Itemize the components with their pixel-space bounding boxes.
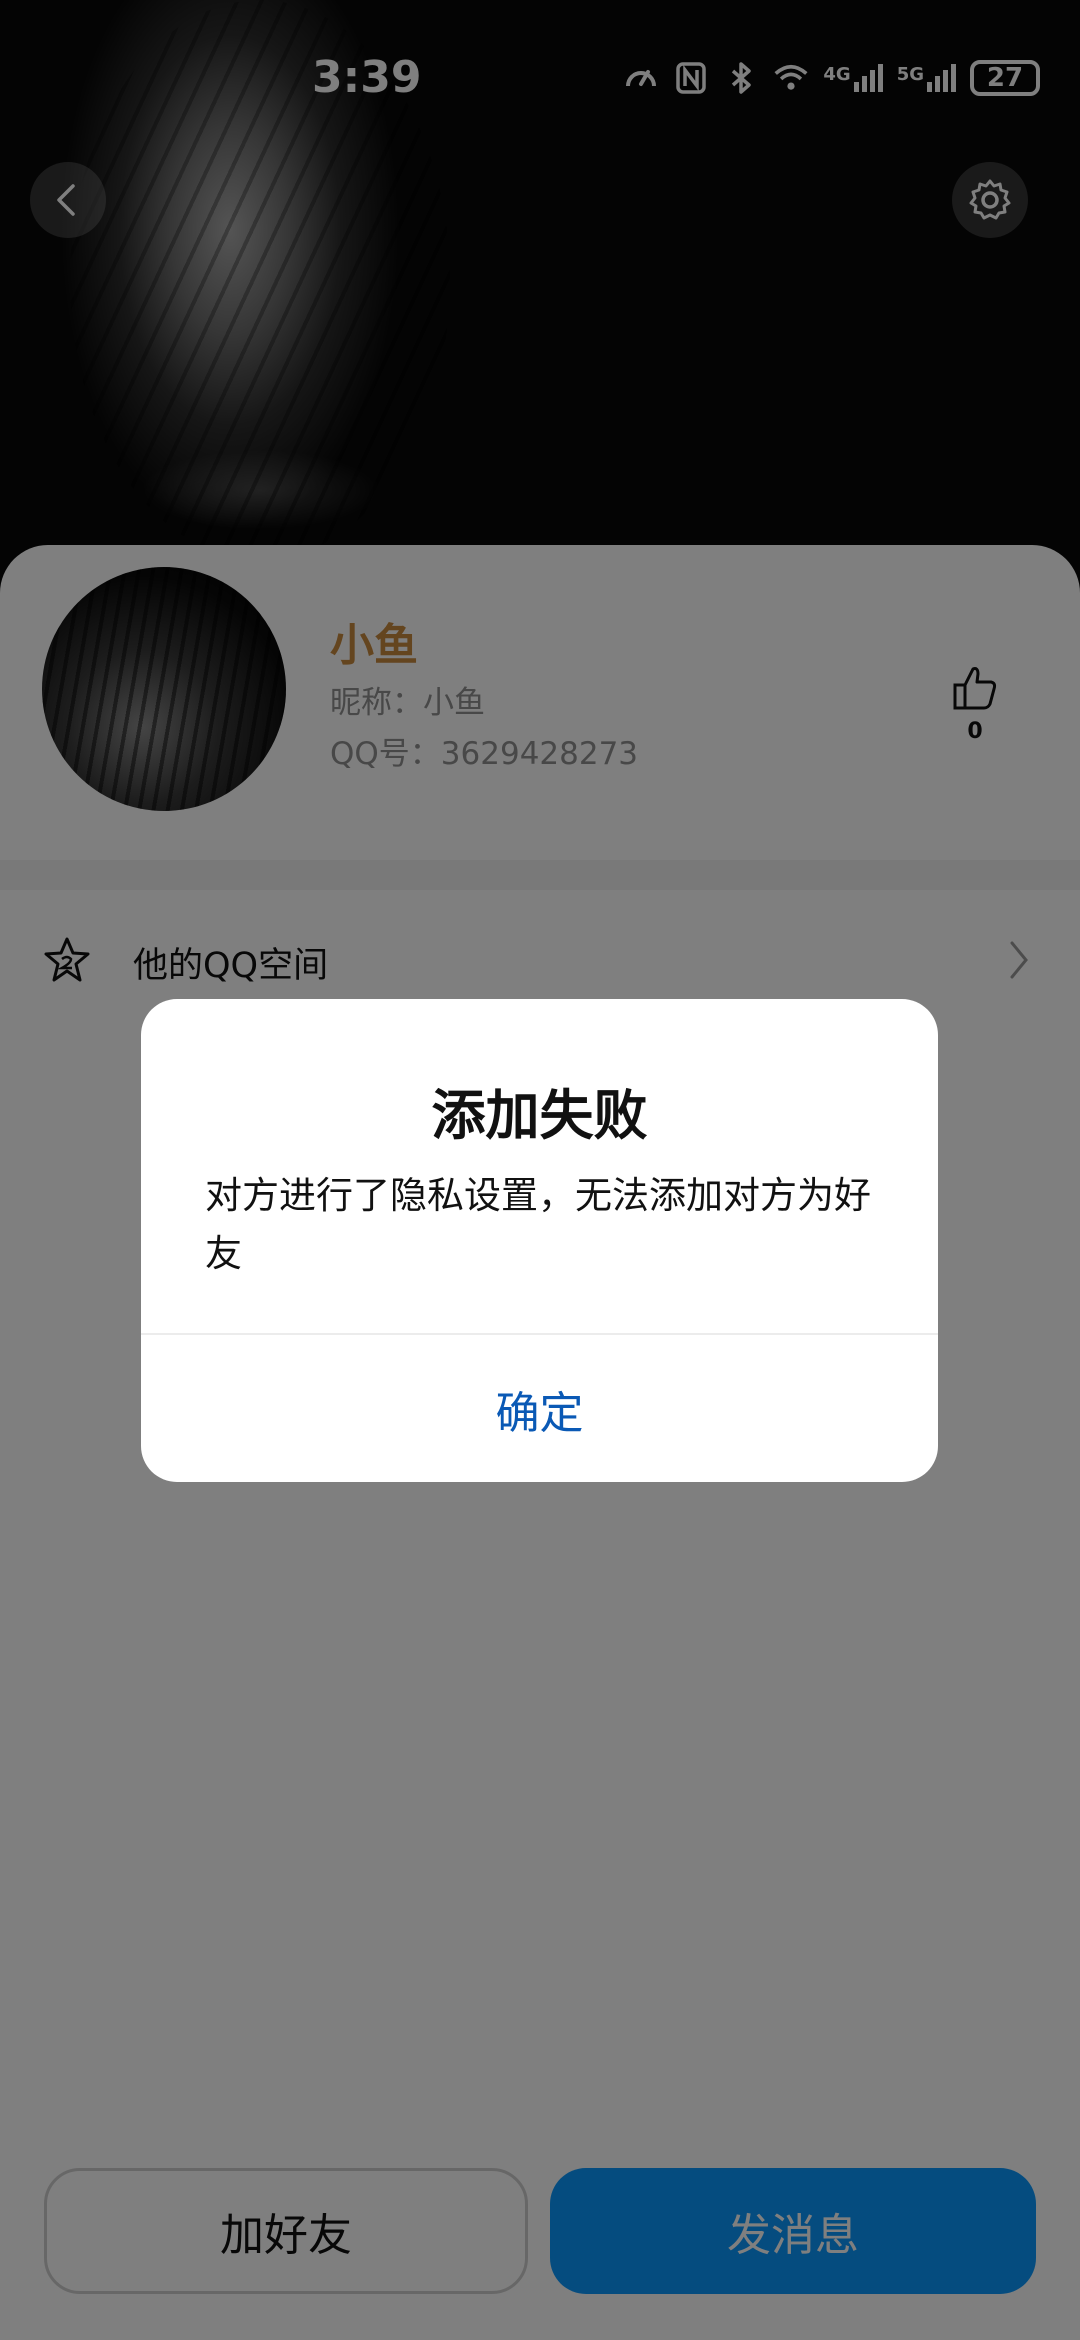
alert-dialog: 添加失败 对方进行了隐私设置，无法添加对方为好友 确定 xyxy=(141,999,938,1482)
dialog-message: 对方进行了隐私设置，无法添加对方为好友 xyxy=(205,1174,871,1275)
dialog-title: 添加失败 xyxy=(431,1084,648,1147)
confirm-button[interactable]: 确定 xyxy=(141,1335,938,1482)
